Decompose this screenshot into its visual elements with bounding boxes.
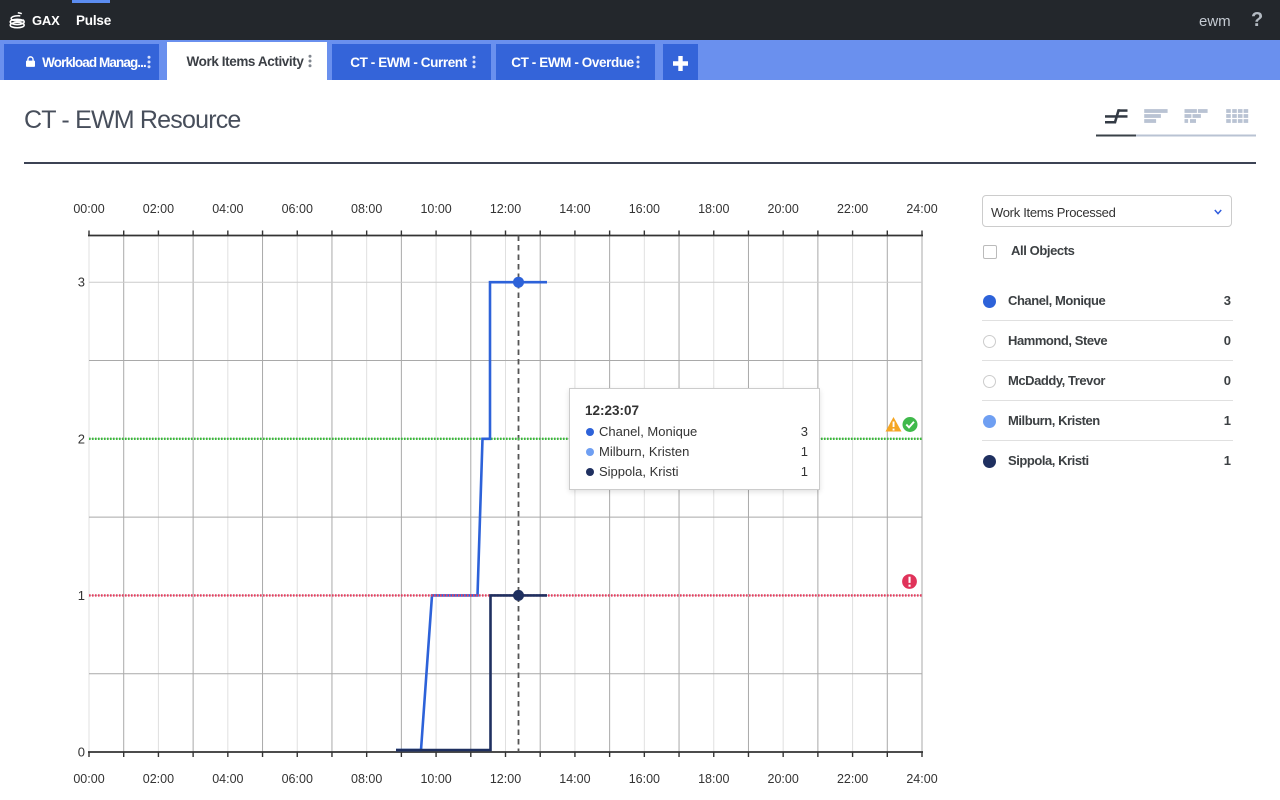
svg-text:18:00: 18:00 [698, 772, 729, 786]
svg-text:22:00: 22:00 [837, 202, 868, 216]
svg-text:22:00: 22:00 [837, 772, 868, 786]
svg-text:12:00: 12:00 [490, 772, 521, 786]
svg-text:16:00: 16:00 [629, 202, 660, 216]
svg-text:2: 2 [78, 431, 85, 446]
svg-text:06:00: 06:00 [282, 772, 313, 786]
svg-text:08:00: 08:00 [351, 772, 382, 786]
svg-text:24:00: 24:00 [906, 772, 937, 786]
svg-text:24:00: 24:00 [906, 202, 937, 216]
svg-text:04:00: 04:00 [212, 202, 243, 216]
svg-text:02:00: 02:00 [143, 772, 174, 786]
svg-text:12:00: 12:00 [490, 202, 521, 216]
svg-text:0: 0 [78, 745, 85, 760]
svg-text:18:00: 18:00 [698, 202, 729, 216]
svg-text:1: 1 [78, 588, 85, 603]
svg-text:20:00: 20:00 [768, 202, 799, 216]
svg-text:04:00: 04:00 [212, 772, 243, 786]
svg-text:08:00: 08:00 [351, 202, 382, 216]
svg-text:3: 3 [78, 275, 85, 290]
svg-text:06:00: 06:00 [282, 202, 313, 216]
svg-text:14:00: 14:00 [559, 772, 590, 786]
svg-text:14:00: 14:00 [559, 202, 590, 216]
svg-text:20:00: 20:00 [768, 772, 799, 786]
svg-text:10:00: 10:00 [420, 202, 451, 216]
svg-text:02:00: 02:00 [143, 202, 174, 216]
svg-text:16:00: 16:00 [629, 772, 660, 786]
svg-text:10:00: 10:00 [420, 772, 451, 786]
svg-text:00:00: 00:00 [73, 772, 104, 786]
svg-text:00:00: 00:00 [73, 202, 104, 216]
